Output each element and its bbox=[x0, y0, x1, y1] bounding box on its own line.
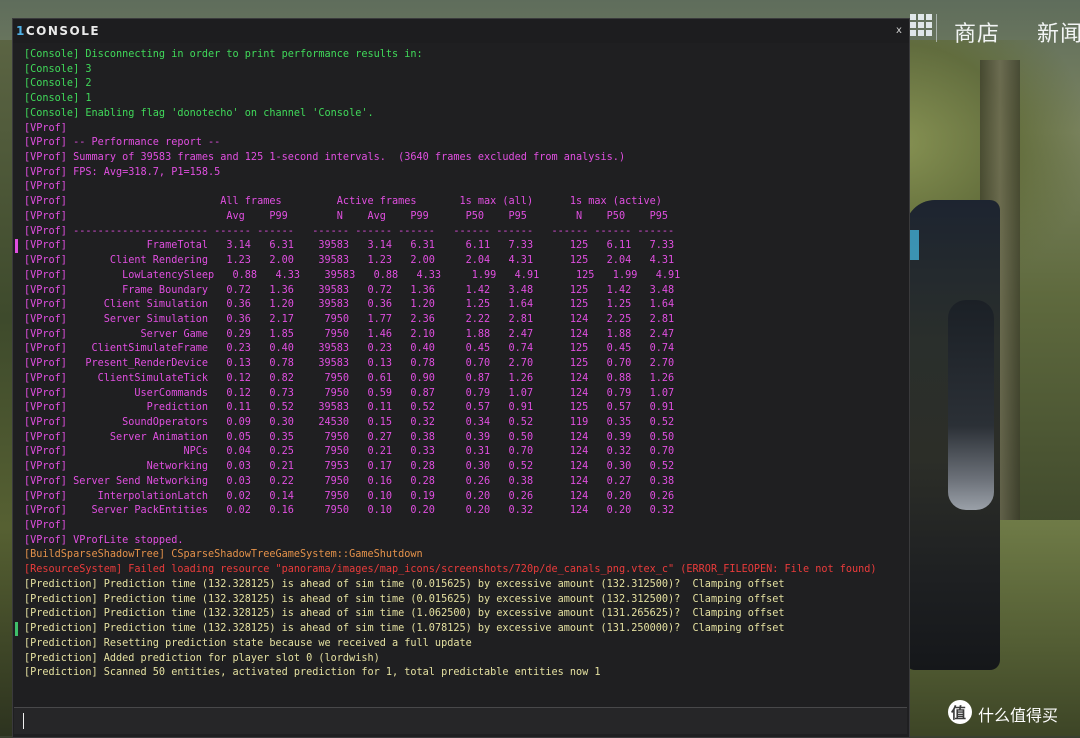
log-line: [BuildSparseShadowTree] CSparseShadowTre… bbox=[24, 549, 423, 561]
log-line: [Prediction] Resetting prediction state … bbox=[24, 637, 472, 649]
log-line: [VProf] Avg P99 N Avg P99 P50 P95 N P50 … bbox=[24, 210, 669, 222]
log-line: [VProf] bbox=[24, 122, 67, 134]
log-line: [VProf] FPS: Avg=318.7, P1=158.5 bbox=[24, 166, 221, 178]
log-line: [VProf] Present_RenderDevice 0.13 0.78 3… bbox=[24, 358, 675, 370]
console-input-bar[interactable] bbox=[14, 707, 907, 734]
player-character-arm bbox=[948, 300, 994, 510]
close-button[interactable]: x bbox=[896, 25, 902, 36]
log-line: [VProf] Server Game 0.29 1.85 7950 1.46 … bbox=[24, 328, 675, 340]
log-line: [VProf] Server PackEntities 0.02 0.16 79… bbox=[24, 505, 675, 517]
log-line: [VProf] Prediction 0.11 0.52 39583 0.11 … bbox=[24, 402, 675, 414]
watermark-text: 什么值得买 bbox=[978, 706, 1059, 725]
log-line-marker bbox=[15, 239, 18, 254]
log-line: [VProf] LowLatencySleep 0.88 4.33 39583 … bbox=[24, 269, 681, 281]
log-line: [Console] Disconnecting in order to prin… bbox=[24, 49, 423, 60]
console-title-prefix: 1 bbox=[16, 24, 26, 38]
log-line: [VProf] Server Send Networking 0.03 0.22… bbox=[24, 475, 675, 487]
log-line: [Prediction] Added prediction for player… bbox=[24, 652, 380, 664]
log-line: [Console] Enabling flag 'donotecho' on c… bbox=[24, 107, 374, 119]
log-line: [VProf] All frames Active frames 1s max … bbox=[24, 196, 662, 208]
inventory-grid-icon[interactable] bbox=[910, 14, 932, 36]
log-line: [VProf] bbox=[24, 520, 67, 532]
log-line-marker bbox=[15, 622, 18, 637]
log-line: [VProf] FrameTotal 3.14 6.31 39583 3.14 … bbox=[24, 240, 675, 252]
log-line: [VProf] ClientSimulateFrame 0.23 0.40 39… bbox=[24, 343, 675, 355]
log-line: [VProf] Server Animation 0.05 0.35 7950 … bbox=[24, 431, 675, 443]
console-window: 1CONSOLE x [Console] Disconnecting in or… bbox=[12, 18, 910, 738]
log-line: [Prediction] Prediction time (132.328125… bbox=[24, 623, 785, 635]
log-line: [VProf] UserCommands 0.12 0.73 7950 0.59… bbox=[24, 387, 675, 399]
log-line: [Console] 1 bbox=[24, 93, 92, 105]
log-line: [VProf] SoundOperators 0.09 0.30 24530 0… bbox=[24, 417, 675, 428]
log-line: [Console] 2 bbox=[24, 78, 92, 90]
log-line: [VProf] Client Simulation 0.36 1.20 3958… bbox=[24, 299, 675, 311]
console-title: 1CONSOLE bbox=[16, 24, 100, 38]
log-line: [Prediction] Prediction time (132.328125… bbox=[24, 593, 785, 605]
console-titlebar[interactable]: 1CONSOLE x bbox=[13, 19, 909, 43]
log-line: [Console] 3 bbox=[24, 63, 92, 75]
log-line: [VProf] NPCs 0.04 0.25 7950 0.21 0.33 0.… bbox=[24, 446, 675, 458]
log-line: [Prediction] Scanned 50 entities, activa… bbox=[24, 667, 601, 679]
log-line: [Prediction] Prediction time (132.328125… bbox=[24, 578, 785, 590]
log-line: [VProf] -- Performance report -- bbox=[24, 137, 221, 149]
log-line: [VProf] VProfLite stopped. bbox=[24, 534, 184, 546]
log-line: [VProf] Server Simulation 0.36 2.17 7950… bbox=[24, 313, 675, 325]
text-cursor bbox=[23, 713, 24, 729]
console-title-text: CONSOLE bbox=[25, 24, 101, 38]
log-line: [ResourceSystem] Failed loading resource… bbox=[24, 564, 877, 576]
store-tab[interactable]: 商店 bbox=[954, 16, 1000, 48]
log-line: [VProf] Networking 0.03 0.21 7953 0.17 0… bbox=[24, 461, 675, 473]
log-line: [VProf] bbox=[24, 181, 67, 193]
log-line: [VProf] Client Rendering 1.23 2.00 39583… bbox=[24, 255, 675, 267]
news-tab[interactable]: 新闻 bbox=[1037, 16, 1080, 48]
console-log[interactable]: [Console] Disconnecting in order to prin… bbox=[14, 43, 907, 713]
log-line: [Prediction] Prediction time (132.328125… bbox=[24, 608, 785, 620]
smzdm-logo-icon bbox=[948, 700, 972, 724]
log-line: [VProf] Frame Boundary 0.72 1.36 39583 0… bbox=[24, 284, 675, 296]
hud-divider bbox=[936, 14, 937, 42]
log-line: [VProf] ClientSimulateTick 0.12 0.82 795… bbox=[24, 372, 675, 384]
log-line: [VProf] Summary of 39583 frames and 125 … bbox=[24, 152, 626, 164]
log-line: [VProf] InterpolationLatch 0.02 0.14 795… bbox=[24, 490, 675, 502]
log-line: [VProf] ---------------------- ------ --… bbox=[24, 225, 675, 237]
